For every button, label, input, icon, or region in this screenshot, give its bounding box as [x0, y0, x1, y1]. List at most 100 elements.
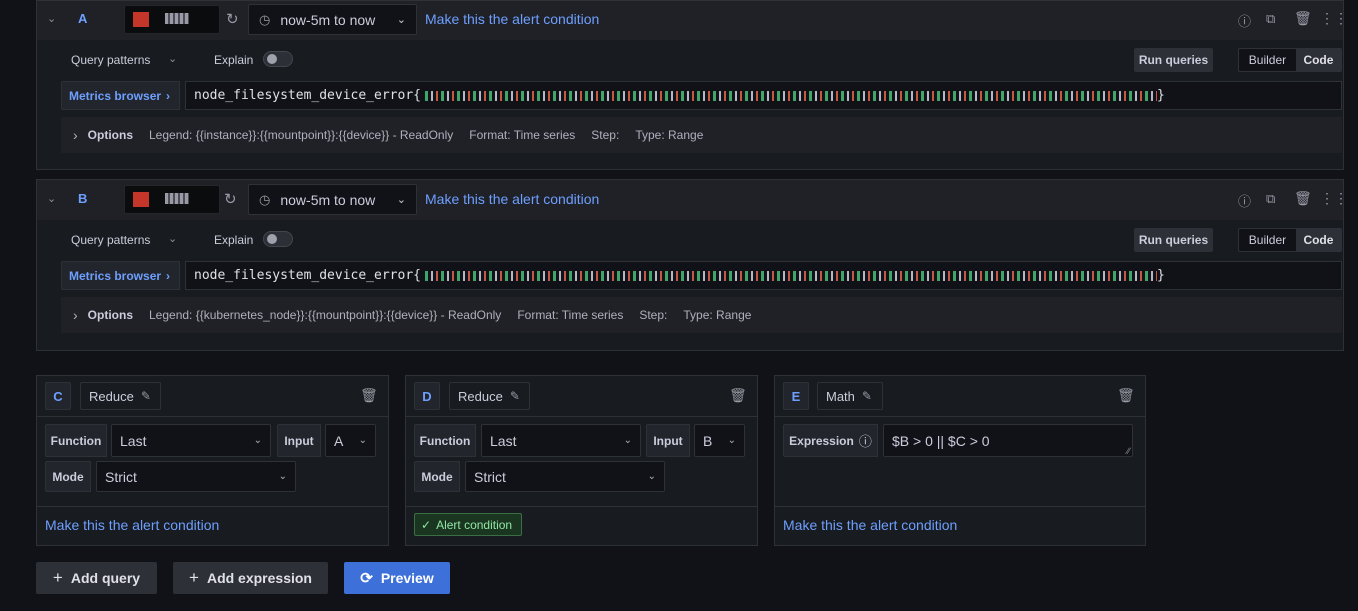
make-alert-condition-link[interactable]: Make this the alert condition: [783, 517, 957, 533]
query-patterns-dropdown[interactable]: Query patterns: [71, 53, 150, 67]
query-history-icon[interactable]: ↻: [224, 190, 237, 208]
expression-input[interactable]: $B > 0 || $C > 0 ∕∕: [883, 424, 1133, 457]
chevron-down-icon: ⌄: [358, 434, 367, 446]
expression-type-label: Reduce: [458, 388, 503, 404]
info-icon: ⓘ: [858, 434, 872, 449]
expression-value: $B > 0 || $C > 0: [892, 433, 990, 449]
chevron-down-icon: ⌄: [396, 194, 406, 206]
query-letter: A: [78, 11, 88, 26]
time-range-picker[interactable]: ◷ now-5m to now ⌄: [248, 4, 417, 35]
metrics-browser-button[interactable]: Metrics browser ›: [61, 81, 180, 110]
trash-icon[interactable]: 🗑: [360, 387, 378, 404]
duplicate-icon[interactable]: ⧉: [1266, 191, 1275, 207]
chevron-right-icon: ›: [166, 268, 171, 283]
query-prefix: node_filesystem_device_error{: [194, 88, 421, 103]
pencil-icon: ✎: [509, 389, 520, 403]
query-code-editor[interactable]: node_filesystem_device_error{ }: [185, 261, 1342, 290]
time-range-value: now-5m to now: [280, 191, 376, 208]
input-select[interactable]: A ⌄: [325, 424, 376, 457]
type-info: Type: Range: [635, 128, 704, 142]
step-info: Step:: [591, 128, 620, 142]
metrics-browser-label: Metrics browser: [69, 88, 162, 103]
clock-icon: ◷: [259, 11, 271, 27]
pencil-icon: ✎: [140, 389, 151, 403]
function-label: Function: [414, 424, 476, 457]
query-letter: B: [78, 191, 88, 206]
chevron-right-icon: ›: [166, 88, 171, 103]
expression-type-button[interactable]: Reduce ✎: [449, 382, 530, 410]
run-queries-button[interactable]: Run queries: [1134, 48, 1213, 72]
chevron-down-icon: ⌄: [253, 434, 262, 446]
drag-handle-icon[interactable]: ⋮⋮: [1320, 190, 1348, 207]
query-history-icon[interactable]: ↻: [226, 10, 239, 28]
metrics-browser-button[interactable]: Metrics browser ›: [61, 261, 180, 290]
builder-tab[interactable]: Builder: [1239, 49, 1296, 71]
query-code-editor[interactable]: node_filesystem_device_error{ }: [185, 81, 1342, 110]
options-bar[interactable]: › Options Legend: {{kubernetes_node}}:{{…: [61, 297, 1342, 333]
chevron-down-icon: ⌄: [623, 434, 632, 446]
help-icon[interactable]: ⓘ: [1238, 191, 1251, 210]
refresh-icon: ⟳: [360, 570, 373, 587]
function-label: Function: [45, 424, 107, 457]
query-labels-redacted: [424, 270, 1157, 281]
code-tab[interactable]: Code: [1295, 229, 1341, 251]
type-info: Type: Range: [683, 308, 752, 322]
mode-value: Strict: [474, 468, 506, 485]
builder-tab[interactable]: Builder: [1239, 229, 1296, 251]
input-value: A: [334, 432, 344, 449]
legend-info: Legend: {{kubernetes_node}}:{{mountpoint…: [149, 308, 502, 322]
preview-button[interactable]: ⟳ Preview: [344, 562, 450, 594]
preview-label: Preview: [380, 570, 434, 586]
query-patterns-dropdown[interactable]: Query patterns: [71, 233, 150, 247]
datasource-name-redacted: [165, 193, 189, 204]
alert-condition-label: Alert condition: [436, 517, 513, 532]
function-select[interactable]: Last ⌄: [481, 424, 641, 457]
help-icon[interactable]: ⓘ: [1238, 11, 1251, 30]
trash-icon[interactable]: 🗑: [1294, 10, 1312, 27]
add-expression-button[interactable]: + Add expression: [173, 562, 328, 594]
mode-select[interactable]: Strict ⌄: [465, 461, 665, 492]
collapse-chevron-icon[interactable]: ⌄: [47, 12, 56, 25]
function-select[interactable]: Last ⌄: [111, 424, 271, 457]
datasource-picker[interactable]: [124, 185, 220, 214]
mode-select[interactable]: Strict ⌄: [96, 461, 296, 492]
time-range-value: now-5m to now: [280, 11, 376, 28]
explain-label: Explain: [214, 53, 254, 67]
input-label: Input: [277, 424, 321, 457]
input-select[interactable]: B ⌄: [694, 424, 745, 457]
trash-icon[interactable]: 🗑: [1117, 387, 1135, 404]
make-alert-condition-link[interactable]: Make this the alert condition: [425, 191, 599, 207]
editor-mode-toggle: Builder Code: [1238, 48, 1342, 72]
datasource-picker[interactable]: [124, 5, 220, 34]
explain-label: Explain: [214, 233, 254, 247]
add-expression-label: Add expression: [206, 570, 312, 586]
chevron-down-icon: ⌄: [168, 233, 178, 245]
query-suffix: }: [1156, 268, 1165, 283]
options-bar[interactable]: › Options Legend: {{instance}}:{{mountpo…: [61, 117, 1342, 153]
chevron-down-icon: ⌄: [278, 470, 287, 482]
expression-type-label: Math: [826, 388, 855, 404]
expression-type-label: Reduce: [89, 388, 134, 404]
step-info: Step:: [639, 308, 668, 322]
expression-type-button[interactable]: Reduce ✎: [80, 382, 161, 410]
explain-toggle[interactable]: [263, 231, 293, 247]
time-range-picker[interactable]: ◷ now-5m to now ⌄: [248, 184, 417, 215]
chevron-down-icon: ⌄: [647, 470, 656, 482]
run-queries-button[interactable]: Run queries: [1134, 228, 1213, 252]
expression-type-button[interactable]: Math ✎: [817, 382, 883, 410]
alert-condition-badge: ✓ Alert condition: [414, 513, 522, 536]
duplicate-icon[interactable]: ⧉: [1266, 11, 1275, 27]
make-alert-condition-link[interactable]: Make this the alert condition: [425, 11, 599, 27]
make-alert-condition-link[interactable]: Make this the alert condition: [45, 517, 219, 533]
drag-handle-icon[interactable]: ⋮⋮: [1320, 10, 1348, 27]
chevron-down-icon: ⌄: [396, 14, 406, 26]
plus-icon: +: [52, 568, 63, 587]
code-tab[interactable]: Code: [1295, 49, 1341, 71]
collapse-chevron-icon[interactable]: ⌄: [47, 192, 56, 205]
legend-info: Legend: {{instance}}:{{mountpoint}}:{{de…: [149, 128, 454, 142]
trash-icon[interactable]: 🗑: [729, 387, 747, 404]
trash-icon[interactable]: 🗑: [1294, 190, 1312, 207]
add-query-button[interactable]: + Add query: [36, 562, 157, 594]
explain-toggle[interactable]: [263, 51, 293, 67]
datasource-logo-icon: [133, 12, 149, 27]
